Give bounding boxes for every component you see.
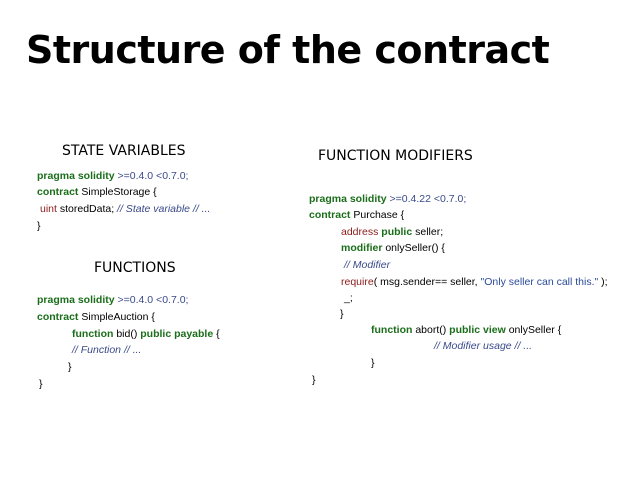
state-variables-heading: STATE VARIABLES (62, 143, 186, 159)
code-comment: // Modifier usage // ... (434, 340, 533, 352)
code-text: } (371, 357, 375, 369)
code-text: abort() (412, 324, 450, 336)
code-line: contract Purchase { (309, 207, 404, 223)
code-keyword: public payable (140, 328, 214, 340)
code-keyword: public view (449, 324, 506, 336)
code-line: function bid() public payable { (72, 326, 220, 342)
code-text: _; (344, 292, 353, 304)
code-line: contract SimpleStorage { (37, 184, 157, 200)
function-modifiers-heading: FUNCTION MODIFIERS (318, 148, 473, 164)
functions-heading: FUNCTIONS (94, 260, 176, 276)
code-line: address public seller; (341, 224, 443, 240)
slide-title: Structure of the contract (26, 28, 550, 72)
code-string: "Only seller can call this." (480, 276, 599, 288)
code-text: ); (598, 276, 608, 288)
code-text: } (68, 361, 72, 373)
code-line: pragma solidity >=0.4.0 <0.7.0; (37, 168, 188, 184)
code-line: uint storedData; // State variable // ..… (40, 201, 210, 217)
code-line: _; (344, 290, 353, 306)
code-line: // Modifier (344, 257, 390, 273)
code-keyword: pragma solidity (309, 193, 387, 205)
code-line: } (371, 355, 375, 371)
code-text: } (312, 374, 316, 386)
code-text: { (213, 328, 220, 340)
code-keyword: contract (37, 311, 79, 323)
code-text: onlySeller { (505, 324, 562, 336)
code-keyword: contract (37, 186, 79, 198)
code-version: >=0.4.0 <0.7.0; (114, 294, 189, 306)
code-text: bid() (113, 328, 141, 340)
code-line: modifier onlySeller() { (341, 240, 445, 256)
code-comment: // State variable // ... (114, 203, 211, 215)
code-comment: // Modifier (344, 259, 391, 271)
code-keyword: modifier (341, 242, 383, 254)
code-version: >=0.4.0 <0.7.0; (114, 170, 189, 182)
code-keyword: contract (309, 209, 351, 221)
code-keyword: function (371, 324, 413, 336)
code-keyword: public (378, 226, 413, 238)
code-type: uint (40, 203, 57, 215)
code-text: storedData; (56, 203, 115, 215)
code-comment: // Function // ... (72, 344, 142, 356)
code-line: // Function // ... (72, 342, 141, 358)
code-type: address (341, 226, 379, 238)
code-text: Purchase { (350, 209, 405, 221)
code-keyword: pragma solidity (37, 170, 115, 182)
code-line: pragma solidity >=0.4.0 <0.7.0; (37, 292, 188, 308)
code-line: function abort() public view onlySeller … (371, 322, 561, 338)
code-keyword: function (72, 328, 114, 340)
code-line: pragma solidity >=0.4.22 <0.7.0; (309, 191, 466, 207)
code-text: SimpleStorage { (78, 186, 157, 198)
code-text: } (37, 220, 41, 232)
code-text: seller; (412, 226, 444, 238)
code-type: require (341, 276, 374, 288)
code-line: } (312, 372, 316, 388)
code-text: } (340, 308, 344, 320)
code-line: } (340, 306, 344, 322)
code-text: ( msg.sender== seller, (373, 276, 481, 288)
code-text: onlySeller() { (382, 242, 445, 254)
code-line: // Modifier usage // ... (434, 338, 532, 354)
code-line: } (37, 218, 41, 234)
code-line: } (68, 359, 72, 375)
code-line: contract SimpleAuction { (37, 309, 155, 325)
code-line: require( msg.sender== seller, "Only sell… (341, 274, 608, 290)
code-version: >=0.4.22 <0.7.0; (386, 193, 467, 205)
code-keyword: pragma solidity (37, 294, 115, 306)
code-line: } (39, 376, 43, 392)
code-text: } (39, 378, 43, 390)
code-text: SimpleAuction { (78, 311, 155, 323)
